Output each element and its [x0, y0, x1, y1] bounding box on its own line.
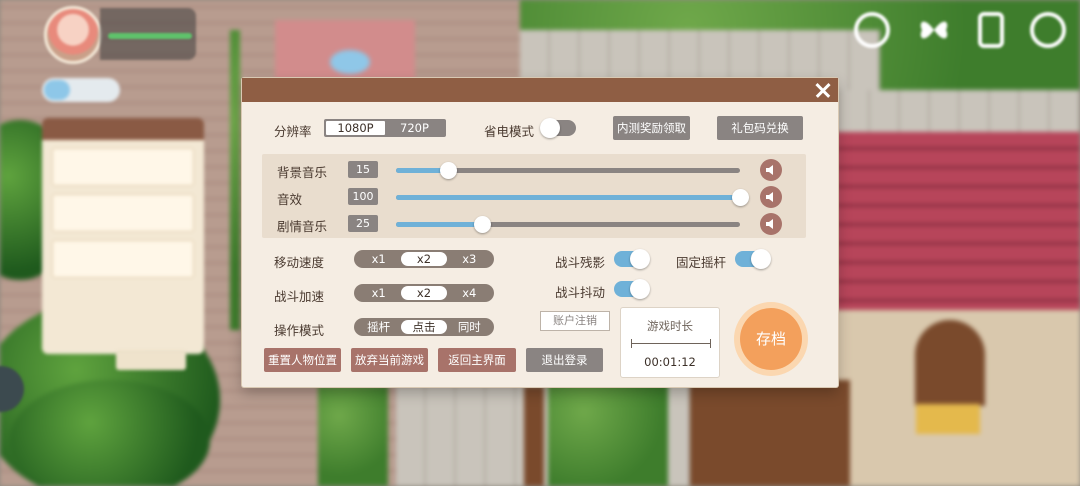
control-mode-option[interactable]: 摇杆 — [356, 320, 401, 334]
butterfly-icon — [916, 12, 952, 48]
audio-settings: 背景音乐 15 音效 100 剧情音乐 25 — [262, 154, 806, 238]
battle-speed-selector: x1 x2 x4 — [354, 284, 494, 302]
player-avatar — [44, 6, 102, 64]
resolution-toggle: 1080P 720P — [324, 119, 446, 137]
audio-row-bgm: 背景音乐 15 — [262, 158, 806, 182]
playtime-label: 游戏时长 — [647, 319, 693, 333]
move-speed-selector: x1 x2 x3 — [354, 250, 494, 268]
status-bubble — [42, 78, 120, 102]
move-speed-option[interactable]: x2 — [401, 252, 447, 266]
gear-icon — [1030, 12, 1066, 48]
settings-dialog: 分辨率 1080P 720P 省电模式 内测奖励领取 礼包码兑换 背景音乐 15… — [242, 78, 838, 387]
main-menu-button[interactable]: 返回主界面 — [438, 348, 516, 372]
shake-toggle[interactable] — [614, 279, 650, 299]
dialog-header — [242, 78, 838, 102]
battle-speed-option[interactable]: x1 — [356, 286, 401, 300]
save-button[interactable]: 存档 — [734, 302, 808, 376]
beta-reward-button[interactable]: 内测奖励领取 — [613, 116, 690, 140]
account-deletion-button[interactable]: 账户注销 — [540, 311, 610, 331]
move-speed-label: 移动速度 — [274, 255, 325, 270]
afterimage-label: 战斗残影 — [555, 255, 606, 270]
speaker-icon[interactable] — [760, 159, 782, 181]
fixed-joystick-toggle[interactable] — [735, 249, 771, 269]
toggle-knob — [751, 249, 771, 269]
audio-value: 15 — [348, 161, 378, 178]
quest-panel — [42, 118, 204, 354]
quest-item — [52, 194, 194, 232]
playtime-box: 游戏时长 00:01:12 — [620, 307, 720, 378]
speaker-icon[interactable] — [760, 213, 782, 235]
save-button-label: 存档 — [740, 308, 802, 370]
volume-slider[interactable] — [396, 216, 740, 233]
battle-speed-option[interactable]: x4 — [447, 286, 492, 300]
afterimage-toggle[interactable] — [614, 249, 650, 269]
top-right-icons — [854, 12, 1066, 48]
resolution-label: 分辨率 — [274, 124, 312, 139]
control-mode-label: 操作模式 — [274, 323, 325, 338]
audio-value: 25 — [348, 215, 378, 232]
quest-panel-header — [42, 118, 204, 140]
audio-row-story: 剧情音乐 25 — [262, 212, 806, 236]
move-speed-option[interactable]: x1 — [356, 252, 401, 266]
audio-row-sfx: 音效 100 — [262, 185, 806, 209]
quest-item — [52, 148, 194, 186]
reset-position-button[interactable]: 重置人物位置 — [264, 348, 341, 372]
playtime-divider — [631, 339, 711, 348]
playtime-value: 00:01:12 — [644, 355, 696, 369]
slider-thumb[interactable] — [474, 216, 491, 233]
move-speed-option[interactable]: x3 — [447, 252, 492, 266]
quest-collapse-button — [116, 350, 186, 370]
toggle-knob — [630, 279, 650, 299]
control-mode-option[interactable]: 点击 — [401, 320, 447, 334]
player-health-bar — [108, 33, 192, 39]
power-saving-label: 省电模式 — [484, 124, 535, 139]
quest-item — [52, 240, 194, 278]
volume-slider[interactable] — [396, 189, 749, 206]
shake-label: 战斗抖动 — [555, 285, 606, 300]
logout-button[interactable]: 退出登录 — [526, 348, 603, 372]
resolution-720p[interactable]: 720P — [385, 121, 444, 135]
audio-label: 剧情音乐 — [277, 219, 328, 234]
battle-speed-option[interactable]: x2 — [401, 286, 447, 300]
audio-label: 背景音乐 — [277, 165, 328, 180]
resolution-1080p[interactable]: 1080P — [326, 121, 385, 135]
speaker-icon[interactable] — [760, 186, 782, 208]
volume-slider[interactable] — [396, 162, 740, 179]
slider-thumb[interactable] — [732, 189, 749, 206]
audio-label: 音效 — [277, 192, 303, 207]
control-mode-option[interactable]: 同时 — [447, 320, 492, 334]
abandon-game-button[interactable]: 放弃当前游戏 — [351, 348, 428, 372]
compass-icon — [854, 12, 890, 48]
slider-thumb[interactable] — [439, 162, 457, 179]
toggle-knob — [540, 118, 560, 138]
battle-speed-label: 战斗加速 — [274, 289, 325, 304]
audio-value: 100 — [348, 188, 378, 205]
close-button[interactable] — [811, 79, 835, 101]
gift-code-button[interactable]: 礼包码兑换 — [717, 116, 803, 140]
fixed-joystick-label: 固定摇杆 — [676, 255, 727, 270]
control-mode-selector: 摇杆 点击 同时 — [354, 318, 494, 336]
toggle-knob — [630, 249, 650, 269]
phone-icon — [978, 12, 1004, 48]
power-saving-toggle[interactable] — [540, 118, 576, 138]
